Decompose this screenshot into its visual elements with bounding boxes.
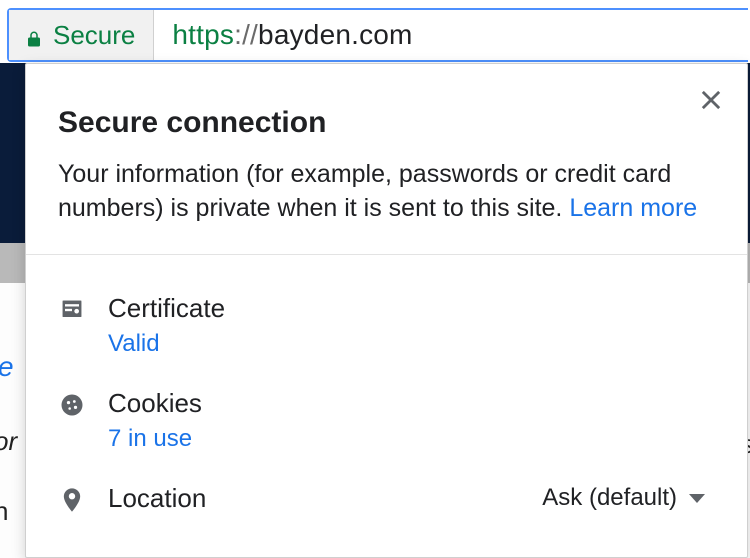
location-permission-value: Ask (default) [542,484,677,512]
certificate-label: Certificate [108,293,225,324]
cookies-label: Cookies [108,388,202,419]
lock-icon [25,24,43,46]
address-bar[interactable]: Secure https://bayden.com [7,8,748,62]
cookie-icon [58,391,86,419]
popup-description: Your information (for example, passwords… [58,158,698,226]
security-chip[interactable]: Secure [9,10,154,60]
url-scheme: https [172,19,234,51]
url-separator: :// [234,19,258,51]
page-peek-text: h [0,496,8,527]
popup-title: Secure connection [58,106,699,140]
page-peek-text: or [0,426,17,457]
location-icon [58,486,86,514]
page-info-popup: Secure connection Your information (for … [25,63,748,558]
page-peek-text: e [0,351,14,383]
close-button[interactable] [697,86,725,114]
location-row[interactable]: Location Ask (default) [58,475,715,536]
cookies-status[interactable]: 7 in use [108,425,202,453]
learn-more-link[interactable]: Learn more [569,194,697,222]
certificate-row[interactable]: Certificate Valid [58,285,715,380]
url-host: bayden.com [258,19,413,51]
chevron-down-icon [689,494,705,503]
certificate-status[interactable]: Valid [108,330,225,358]
cookies-row[interactable]: Cookies 7 in use [58,380,715,475]
url-display[interactable]: https://bayden.com [154,10,412,60]
location-permission-select[interactable]: Ask (default) [542,484,715,512]
close-icon [697,101,725,118]
certificate-icon [58,296,86,324]
location-label: Location [108,483,206,514]
security-chip-label: Secure [53,20,135,51]
